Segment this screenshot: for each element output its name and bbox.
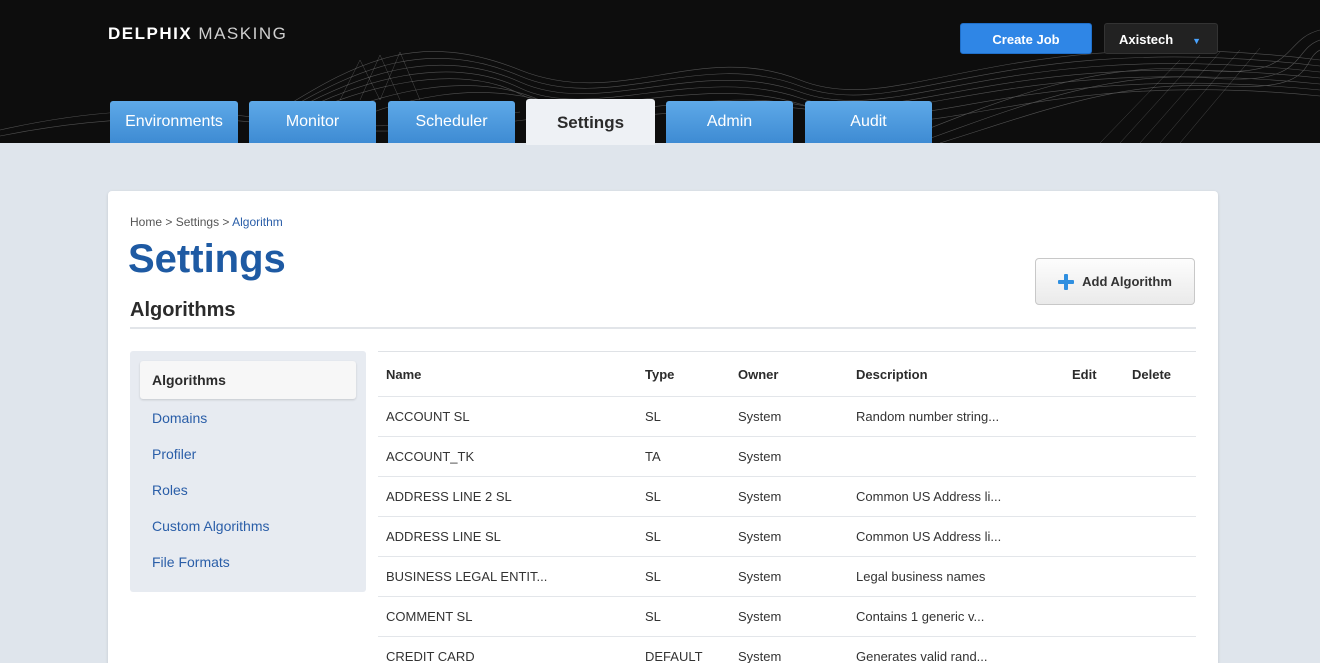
cell-owner: System xyxy=(738,529,782,544)
caret-down-icon: ▼ xyxy=(1192,36,1201,46)
header-name[interactable]: Name xyxy=(386,352,421,397)
cell-type: SL xyxy=(645,409,661,424)
create-job-button[interactable]: Create Job xyxy=(960,23,1092,54)
cell-description: Contains 1 generic v... xyxy=(856,609,985,624)
table-header-row: Name Type Owner Description Edit Delete xyxy=(378,352,1196,397)
section-divider xyxy=(130,327,1196,329)
tab-environments[interactable]: Environments xyxy=(110,101,238,143)
breadcrumb-settings[interactable]: Settings xyxy=(176,215,219,229)
cell-name: ACCOUNT SL xyxy=(386,409,470,424)
cell-name: ACCOUNT_TK xyxy=(386,449,475,464)
add-algorithm-label: Add Algorithm xyxy=(1082,274,1172,289)
sidenav-item-roles[interactable]: Roles xyxy=(140,472,356,508)
cell-owner: System xyxy=(738,409,782,424)
page-title: Settings xyxy=(128,237,286,281)
sidenav-item-custom-algorithms[interactable]: Custom Algorithms xyxy=(140,508,356,544)
cell-description: Legal business names xyxy=(856,569,986,584)
breadcrumb-separator: > xyxy=(222,215,230,229)
sidenav-item-file-formats[interactable]: File Formats xyxy=(140,544,356,580)
breadcrumb-separator: > xyxy=(165,215,173,229)
cell-owner: System xyxy=(738,569,782,584)
cell-owner: System xyxy=(738,449,782,464)
add-algorithm-button[interactable]: Add Algorithm xyxy=(1035,258,1195,305)
algorithms-table: Name Type Owner Description Edit Delete … xyxy=(378,351,1196,663)
cell-name: BUSINESS LEGAL ENTIT... xyxy=(386,569,548,584)
breadcrumb-current[interactable]: Algorithm xyxy=(232,215,283,229)
section-title: Algorithms xyxy=(130,299,236,321)
tab-monitor[interactable]: Monitor xyxy=(249,101,376,143)
tab-audit[interactable]: Audit xyxy=(805,101,932,143)
cell-name: ADDRESS LINE SL xyxy=(386,529,501,544)
settings-sidenav: Algorithms Domains Profiler Roles Custom… xyxy=(130,351,366,592)
header-owner[interactable]: Owner xyxy=(738,352,778,397)
cell-name: CREDIT CARD xyxy=(386,649,475,663)
sidenav-item-algorithms[interactable]: Algorithms xyxy=(140,361,356,399)
cell-owner: System xyxy=(738,609,782,624)
cell-owner: System xyxy=(738,649,782,663)
cell-type: SL xyxy=(645,609,661,624)
table-row[interactable]: ADDRESS LINE 2 SL SL System Common US Ad… xyxy=(378,477,1196,517)
cell-description: Random number string... xyxy=(856,409,1000,424)
cell-name: COMMENT SL xyxy=(386,609,473,624)
tab-settings[interactable]: Settings xyxy=(526,99,655,145)
user-menu-button[interactable]: Axistech ▼ xyxy=(1104,23,1218,54)
header-type[interactable]: Type xyxy=(645,352,674,397)
brand-name-light: MASKING xyxy=(198,24,288,43)
header-delete: Delete xyxy=(1132,367,1172,382)
cell-description: Common US Address li... xyxy=(856,489,1002,504)
table-row[interactable]: ADDRESS LINE SL SL System Common US Addr… xyxy=(378,517,1196,557)
cell-owner: System xyxy=(738,489,782,504)
table-row[interactable]: CREDIT CARD DEFAULT System Generates val… xyxy=(378,637,1196,663)
cell-type: TA xyxy=(645,449,661,464)
plus-icon xyxy=(1058,273,1075,290)
tab-admin[interactable]: Admin xyxy=(666,101,793,143)
cell-description: Common US Address li... xyxy=(856,529,1002,544)
breadcrumb: Home > Settings > Algorithm xyxy=(130,215,283,229)
header-edit: Edit xyxy=(1072,367,1097,382)
user-name: Axistech xyxy=(1119,32,1174,47)
breadcrumb-home[interactable]: Home xyxy=(130,215,162,229)
sidenav-item-domains[interactable]: Domains xyxy=(140,400,356,436)
cell-description: Generates valid rand... xyxy=(856,649,988,663)
settings-panel: Home > Settings > Algorithm Settings Alg… xyxy=(108,191,1218,663)
tab-scheduler[interactable]: Scheduler xyxy=(388,101,515,143)
table-row[interactable]: ACCOUNT SL SL System Random number strin… xyxy=(378,397,1196,437)
sidenav-item-profiler[interactable]: Profiler xyxy=(140,436,356,472)
cell-type: SL xyxy=(645,529,661,544)
cell-type: SL xyxy=(645,489,661,504)
table-row[interactable]: COMMENT SL SL System Contains 1 generic … xyxy=(378,597,1196,637)
cell-type: DEFAULT xyxy=(645,649,703,663)
table-row[interactable]: ACCOUNT_TK TA System xyxy=(378,437,1196,477)
cell-type: SL xyxy=(645,569,661,584)
brand-logo[interactable]: DELPHIX MASKING xyxy=(108,24,287,44)
cell-name: ADDRESS LINE 2 SL xyxy=(386,489,512,504)
header-description[interactable]: Description xyxy=(856,352,928,397)
table-row[interactable]: BUSINESS LEGAL ENTIT... SL System Legal … xyxy=(378,557,1196,597)
brand-name-bold: DELPHIX xyxy=(108,24,193,43)
